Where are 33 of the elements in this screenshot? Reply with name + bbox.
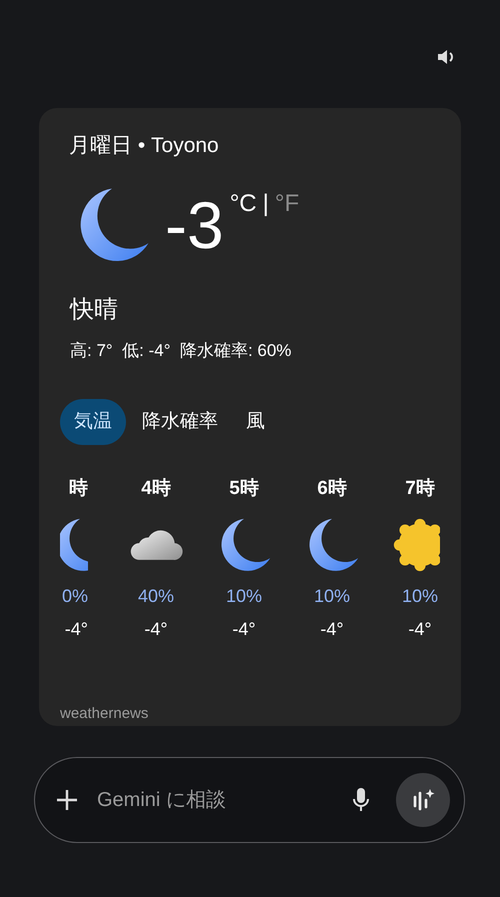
hour-label: 時 xyxy=(69,477,88,501)
hour-label: 4時 xyxy=(141,477,171,501)
precip-value: 10% xyxy=(402,585,438,608)
hour-temperature: -4° xyxy=(144,618,168,641)
temperature: -3 xyxy=(165,192,224,258)
unit-toggle[interactable]: °C xyxy=(230,186,257,222)
precip-value: 0% xyxy=(62,585,88,608)
source-label: weathernews xyxy=(60,704,148,724)
hour-label: 6時 xyxy=(317,477,347,501)
hour-temperature: -4° xyxy=(408,618,432,641)
hour-label: 5時 xyxy=(229,477,259,501)
prompt-bar[interactable]: Gemini に相談 xyxy=(34,757,465,843)
hour-label: 7時 xyxy=(405,477,435,501)
details-text: 高: 7° 低: -4° 降水確率: 60% xyxy=(70,340,292,362)
precip-value: 40% xyxy=(138,585,174,608)
tab[interactable]: 気温 xyxy=(60,399,126,445)
live-button[interactable] xyxy=(396,773,450,827)
plus-icon[interactable] xyxy=(55,788,79,812)
precip-value: 10% xyxy=(314,585,350,608)
hour-temperature: -4° xyxy=(320,618,344,641)
hour-temperature: -4° xyxy=(232,618,256,641)
day-location: 月曜日 • Toyono xyxy=(69,133,219,159)
input-field[interactable]: Gemini に相談 xyxy=(97,785,352,815)
tab[interactable]: 風 xyxy=(234,399,277,445)
tab[interactable]: 降水確率 xyxy=(130,399,230,445)
microphone-icon[interactable] xyxy=(352,787,370,813)
condition: 快晴 xyxy=(70,294,118,324)
unit-toggle[interactable]: °F xyxy=(274,186,300,222)
precip-value: 10% xyxy=(226,585,262,608)
hour-temperature: -4° xyxy=(64,618,88,641)
unit-separator: | xyxy=(262,188,269,218)
sun-icon xyxy=(392,517,440,573)
speaker-icon[interactable] xyxy=(436,48,456,66)
